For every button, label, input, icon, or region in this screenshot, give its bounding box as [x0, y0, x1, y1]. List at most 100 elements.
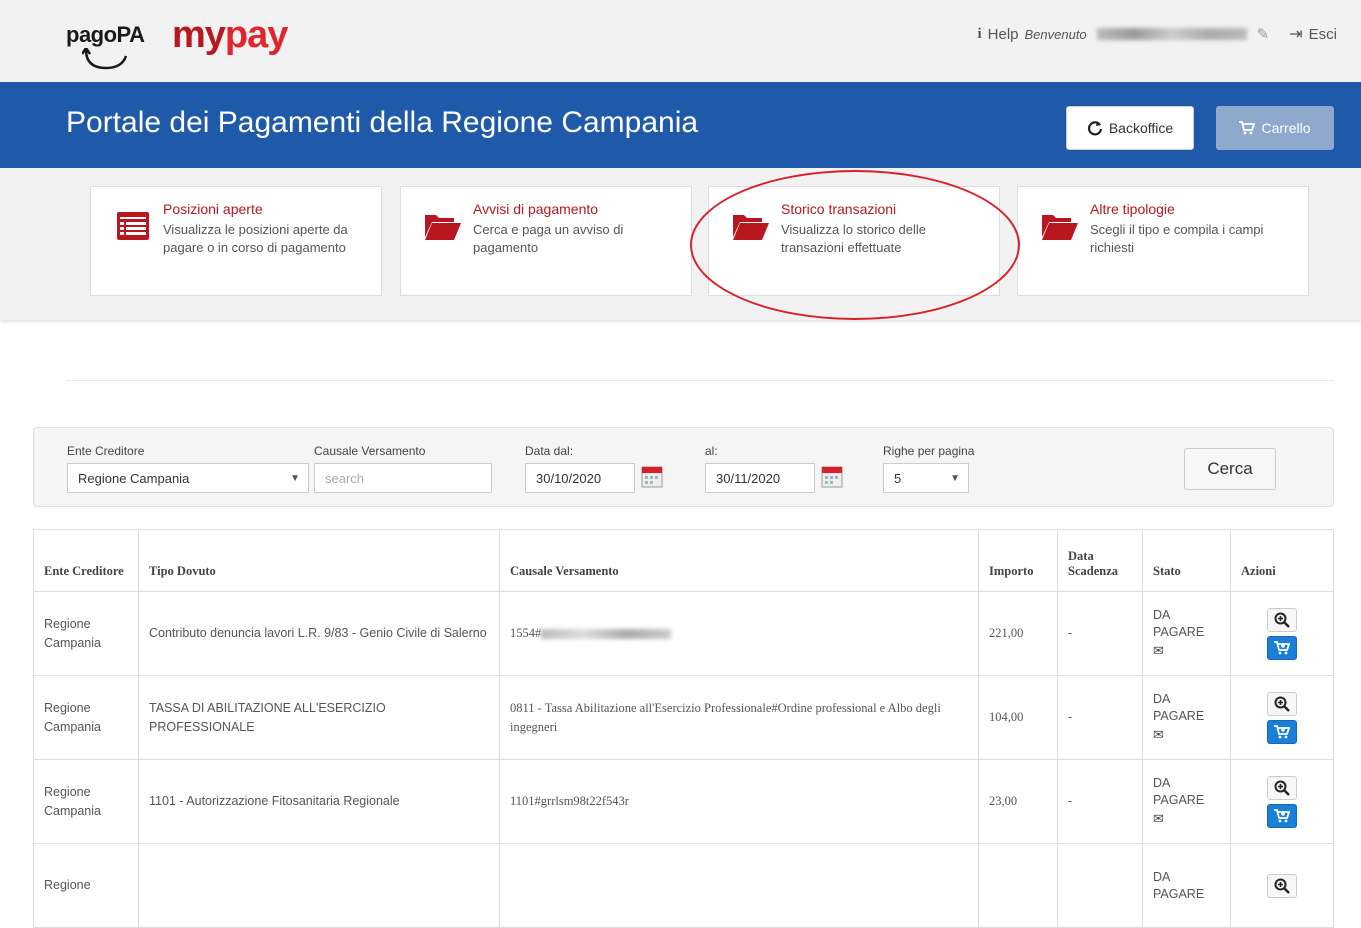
card-description: Scegli il tipo e compila i campi richies…	[1090, 222, 1264, 255]
cart-label: Carrello	[1261, 120, 1311, 136]
status-text: DA PAGARE	[1153, 607, 1205, 639]
divider	[66, 380, 1334, 381]
calendar-icon[interactable]	[821, 464, 843, 488]
help-link[interactable]: Help	[988, 26, 1019, 43]
causale-search-input[interactable]: search	[314, 463, 492, 493]
backoffice-button[interactable]: Backoffice	[1066, 106, 1194, 150]
cart-plus-icon	[1274, 724, 1290, 738]
refresh-icon	[1087, 121, 1102, 136]
cerca-button[interactable]: Cerca	[1184, 448, 1276, 490]
card-title: Altre tipologie	[1090, 201, 1175, 217]
cell-stato: DA PAGARE ✉	[1142, 759, 1231, 844]
card-posizioni-aperte[interactable]: Posizioni aperte Visualizza le posizioni…	[90, 186, 382, 296]
chevron-down-icon: ▼	[290, 472, 300, 484]
view-detail-button[interactable]	[1267, 607, 1297, 632]
edit-icon[interactable]: ✎	[1257, 25, 1270, 43]
status-text: DA PAGARE	[1153, 869, 1205, 901]
col-header-importo[interactable]: Importo	[978, 529, 1058, 592]
backoffice-label: Backoffice	[1108, 120, 1174, 136]
cell-causale	[499, 843, 979, 928]
data-dal-input[interactable]: 30/10/2020	[525, 463, 635, 493]
col-header-scadenza[interactable]: Data Scadenza	[1057, 529, 1143, 592]
righe-select[interactable]: 5 ▼	[883, 463, 969, 493]
portal-header: Portale dei Pagamenti della Regione Camp…	[0, 82, 1361, 168]
folder-open-icon	[733, 215, 769, 240]
card-storico-transazioni[interactable]: Storico transazioni Visualizza lo storic…	[708, 186, 1000, 296]
righe-label: Righe per pagina	[883, 444, 975, 458]
card-description: Visualizza le posizioni aperte da pagare…	[163, 222, 348, 255]
view-detail-button[interactable]	[1267, 775, 1297, 800]
mail-icon[interactable]: ✉	[1153, 727, 1164, 742]
cart-button[interactable]: Carrello	[1216, 106, 1334, 150]
ente-creditore-select[interactable]: Regione Campania ▼	[67, 463, 309, 493]
causale-label: Causale Versamento	[314, 444, 426, 458]
table-header-row: Ente Creditore Tipo Dovuto Causale Versa…	[33, 529, 1334, 592]
cell-stato: DA PAGARE	[1142, 843, 1231, 928]
cell-causale: 1101#grrlsm98t22f543r	[499, 759, 979, 844]
status-text: DA PAGARE	[1153, 691, 1205, 723]
cart-plus-icon	[1274, 808, 1290, 822]
info-icon[interactable]: i	[977, 26, 981, 43]
cell-tipo: Contributo denuncia lavori L.R. 9/83 - G…	[138, 591, 500, 676]
cell-tipo	[138, 843, 500, 928]
transactions-table: Ente Creditore Tipo Dovuto Causale Versa…	[33, 529, 1334, 928]
cell-tipo: TASSA DI ABILITAZIONE ALL'ESERCIZIO PROF…	[138, 675, 500, 760]
logout-link[interactable]: Esci	[1309, 26, 1337, 43]
calendar-icon[interactable]	[641, 464, 663, 488]
mypay-logo[interactable]: mypay	[172, 14, 288, 57]
view-detail-button[interactable]	[1267, 873, 1297, 898]
add-to-cart-button[interactable]	[1267, 635, 1297, 660]
table-row: Regione Campania Contributo denuncia lav…	[33, 591, 1334, 676]
status-text: DA PAGARE	[1153, 775, 1205, 807]
pagopa-logo[interactable]: pagoPA	[66, 22, 145, 48]
table-row: Regione DA PAGARE	[33, 843, 1334, 928]
top-bar: pagoPA mypay i Help Benvenuto ✎ ⇥ Esci	[0, 0, 1361, 82]
user-name-redacted	[1096, 28, 1247, 40]
mail-icon[interactable]: ✉	[1153, 643, 1164, 658]
view-detail-button[interactable]	[1267, 691, 1297, 716]
table-row: Regione Campania 1101 - Autorizzazione F…	[33, 759, 1334, 844]
cart-plus-icon	[1274, 640, 1290, 654]
cart-icon	[1239, 121, 1256, 135]
col-header-tipo[interactable]: Tipo Dovuto	[138, 529, 500, 592]
filter-panel: Ente Creditore Regione Campania ▼ Causale…	[33, 427, 1334, 507]
cell-scadenza: -	[1057, 591, 1143, 676]
card-description: Cerca e paga un avviso di pagamento	[473, 222, 624, 255]
logout-icon[interactable]: ⇥	[1289, 24, 1302, 44]
redacted-code	[541, 628, 672, 639]
col-header-causale[interactable]: Causale Versamento	[499, 529, 979, 592]
cell-scadenza: -	[1057, 759, 1143, 844]
card-altre-tipologie[interactable]: Altre tipologie Scegli il tipo e compila…	[1017, 186, 1309, 296]
data-al-input[interactable]: 30/11/2020	[705, 463, 815, 493]
data-dal-label: Data dal:	[525, 444, 574, 458]
zoom-in-icon	[1274, 696, 1290, 712]
card-title: Avvisi di pagamento	[473, 201, 599, 217]
cell-stato: DA PAGARE ✉	[1142, 591, 1231, 676]
col-header-stato[interactable]: Stato	[1142, 529, 1231, 592]
cell-stato: DA PAGARE ✉	[1142, 675, 1231, 760]
cell-azioni	[1230, 591, 1334, 676]
cell-causale: 0811 - Tassa Abilitazione all'Esercizio …	[499, 675, 979, 760]
folder-open-icon	[425, 215, 461, 240]
card-avvisi-pagamento[interactable]: Avvisi di pagamento Cerca e paga un avvi…	[400, 186, 692, 296]
chevron-down-icon: ▼	[950, 472, 960, 484]
zoom-in-icon	[1274, 612, 1290, 628]
folder-open-icon	[1042, 215, 1078, 240]
cell-azioni	[1230, 675, 1334, 760]
col-header-ente[interactable]: Ente Creditore	[33, 529, 139, 592]
cell-ente: Regione Campania	[33, 759, 139, 844]
card-title: Posizioni aperte	[163, 201, 263, 217]
card-description: Visualizza lo storico delle transazioni …	[781, 222, 926, 255]
cell-causale: 1554#	[499, 591, 979, 676]
add-to-cart-button[interactable]	[1267, 803, 1297, 828]
cell-azioni	[1230, 843, 1334, 928]
list-icon	[117, 212, 149, 240]
cell-importo	[978, 843, 1058, 928]
cell-ente: Regione Campania	[33, 675, 139, 760]
table-row: Regione Campania TASSA DI ABILITAZIONE A…	[33, 675, 1334, 760]
card-title: Storico transazioni	[781, 201, 897, 217]
cell-azioni	[1230, 759, 1334, 844]
mail-icon[interactable]: ✉	[1153, 811, 1164, 826]
portal-title: Portale dei Pagamenti della Regione Camp…	[66, 106, 699, 139]
add-to-cart-button[interactable]	[1267, 719, 1297, 744]
